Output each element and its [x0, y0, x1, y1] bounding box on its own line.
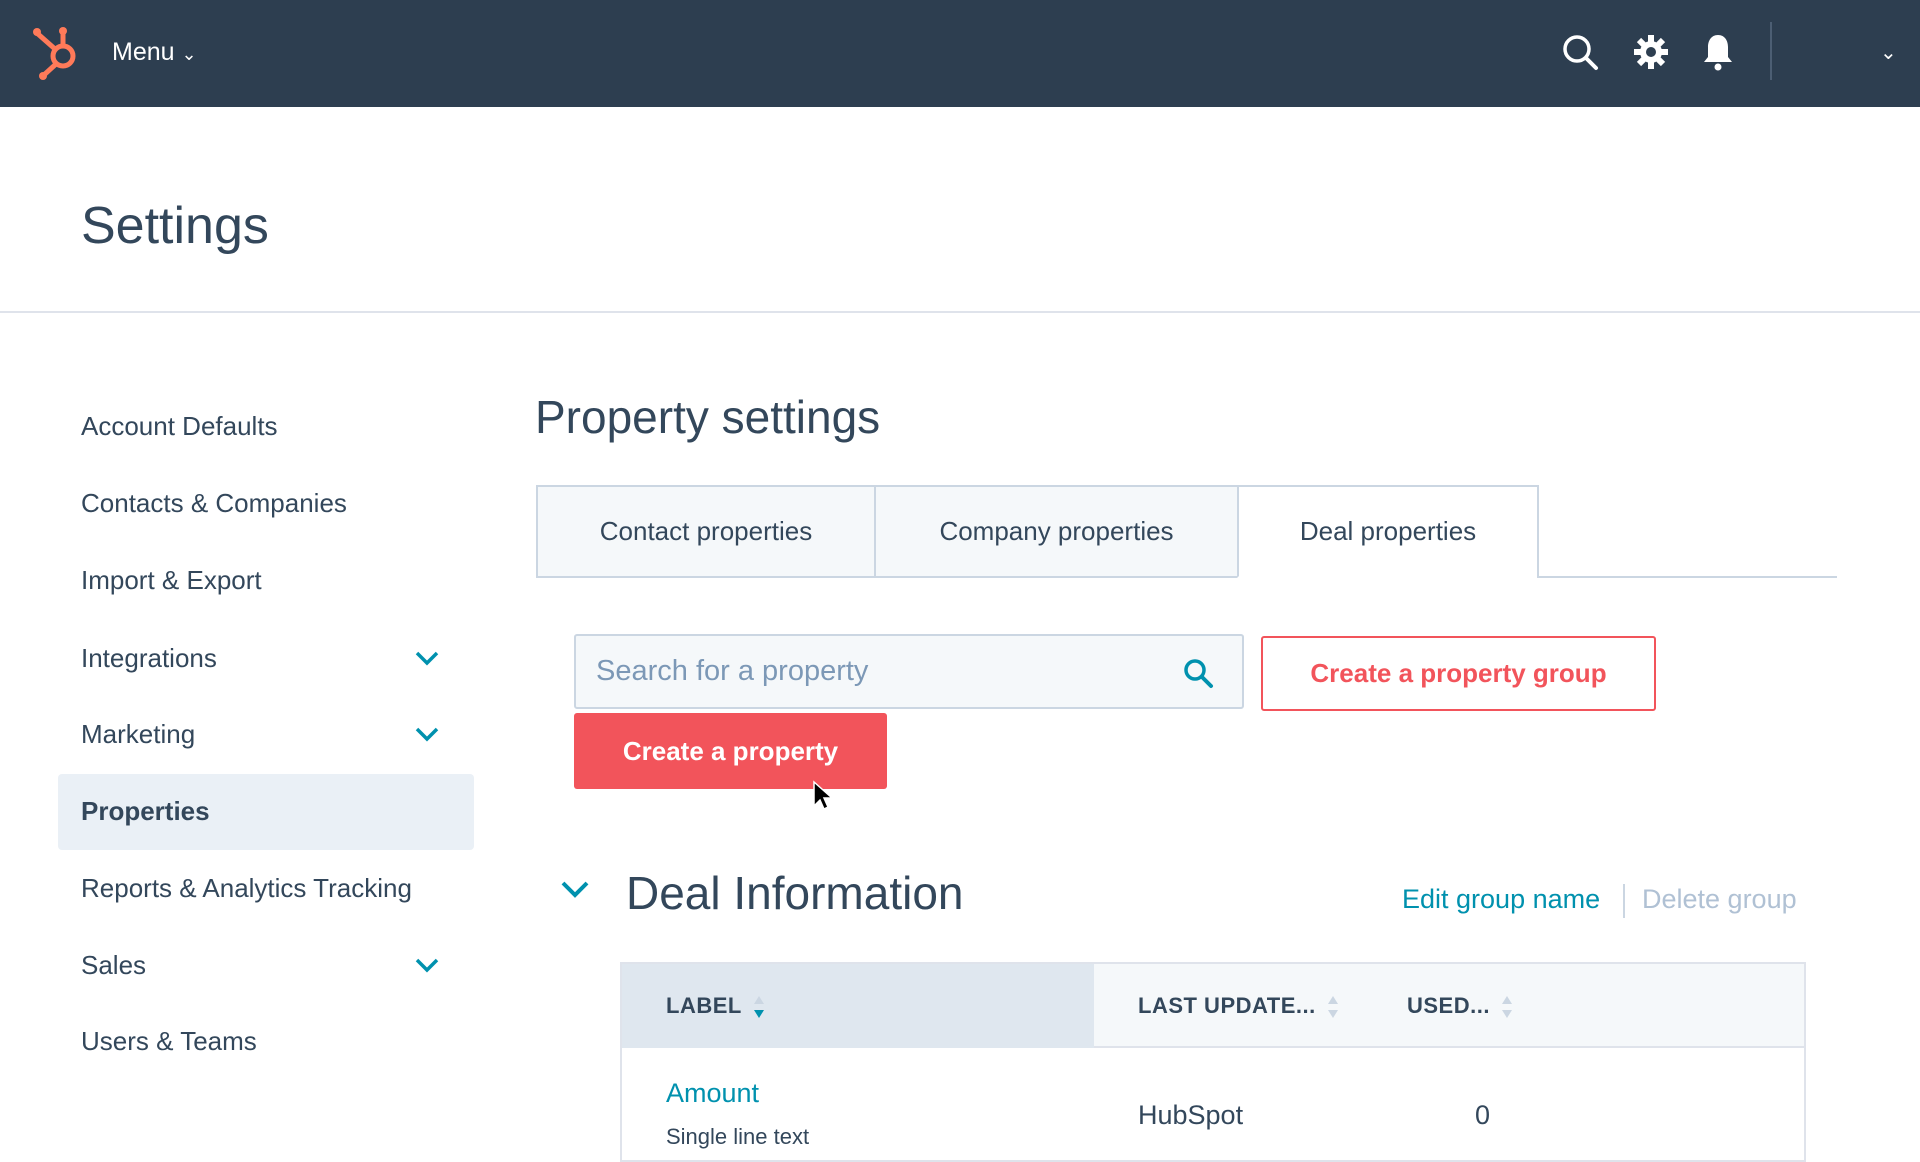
sidebar-item-reports-analytics-tracking[interactable]: Reports & Analytics Tracking	[81, 868, 441, 908]
sort-icon	[753, 996, 764, 1019]
property-type: Single line text	[666, 1124, 810, 1149]
property-last-updated: HubSpot	[1138, 1100, 1244, 1130]
bell-icon[interactable]	[1698, 32, 1738, 72]
nav-divider	[1770, 22, 1772, 80]
sidebar-item-account-defaults[interactable]: Account Defaults	[81, 406, 441, 446]
create-property-group-button[interactable]: Create a property group	[1261, 636, 1656, 711]
sort-icon	[1501, 996, 1512, 1019]
edit-group-name-link[interactable]: Edit group name	[1402, 884, 1600, 915]
property-label-link[interactable]: Amount	[666, 1078, 759, 1109]
tab-company-properties[interactable]: Company properties	[874, 485, 1239, 578]
chevron-down-icon: ⌄	[181, 44, 197, 64]
search-input[interactable]	[574, 634, 1244, 709]
search-icon[interactable]	[1560, 32, 1600, 72]
page-title: Settings	[81, 197, 269, 255]
delete-group-link[interactable]: Delete group	[1642, 884, 1797, 915]
group-title: Deal Information	[626, 867, 964, 919]
column-header-used[interactable]: USED...	[1407, 993, 1514, 1020]
property-used-count: 0	[1475, 1100, 1491, 1130]
menu-button[interactable]: Menu ⌄	[112, 38, 197, 67]
chevron-down-icon[interactable]	[410, 714, 444, 754]
sort-icon	[1327, 996, 1338, 1019]
sidebar-item-contacts-companies[interactable]: Contacts & Companies	[81, 483, 441, 523]
sidebar-item-properties[interactable]: Properties	[81, 791, 441, 831]
column-header-label[interactable]: LABEL	[666, 993, 766, 1020]
account-chevron-down-icon[interactable]: ⌄	[1880, 40, 1897, 65]
mouse-cursor-icon	[813, 780, 834, 811]
properties-table: LABEL LAST UPDATE... USED... Amount Sing…	[620, 962, 1806, 1162]
create-property-button[interactable]: Create a property	[574, 713, 887, 789]
search-icon[interactable]	[1182, 657, 1214, 689]
chevron-down-icon[interactable]	[410, 945, 444, 985]
tab-contact-properties[interactable]: Contact properties	[536, 485, 876, 578]
tab-baseline	[1537, 576, 1837, 578]
sidebar-item-users-teams[interactable]: Users & Teams	[81, 1021, 441, 1061]
sidebar-item-marketing[interactable]: Marketing	[81, 714, 441, 754]
sidebar-item-import-export[interactable]: Import & Export	[81, 560, 441, 600]
section-title: Property settings	[535, 391, 881, 443]
link-separator	[1623, 884, 1625, 918]
tab-deal-properties[interactable]: Deal properties	[1237, 485, 1539, 578]
table-header: LABEL LAST UPDATE... USED...	[622, 964, 1804, 1048]
menu-label: Menu	[112, 38, 175, 66]
top-nav: Menu ⌄ ⌄	[0, 0, 1920, 107]
hubspot-logo[interactable]	[30, 24, 84, 80]
chevron-down-icon[interactable]	[410, 638, 444, 678]
collapse-chevron-icon[interactable]	[558, 872, 592, 906]
sidebar-item-sales[interactable]: Sales	[81, 945, 441, 985]
sidebar-item-integrations[interactable]: Integrations	[81, 638, 441, 678]
header-divider	[0, 311, 1920, 313]
column-header-last-updated[interactable]: LAST UPDATE...	[1138, 993, 1340, 1020]
gear-icon[interactable]	[1631, 32, 1671, 72]
